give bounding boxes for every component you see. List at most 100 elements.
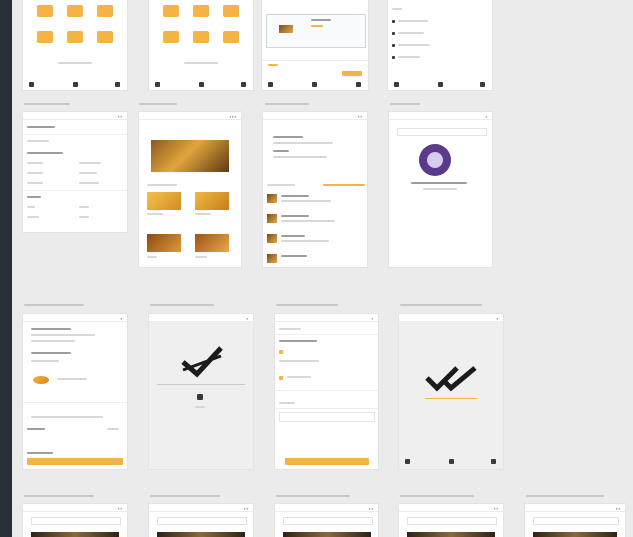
category-tile[interactable] [193,31,209,43]
menu-icon[interactable] [392,44,395,47]
cart-icon[interactable] [449,459,454,464]
field-label [27,182,43,184]
artboard-r3c1[interactable]: ▪ [23,314,127,469]
home-icon[interactable] [29,82,34,87]
item-title [281,215,309,217]
artboard-r2c1[interactable]: ▪▪ [23,112,127,232]
title-placeholder [526,495,604,497]
artboard-r4c4[interactable]: ▪▪ [399,504,503,537]
menu-icon[interactable] [392,20,395,23]
artboard-r2c4[interactable]: ▪ [389,112,492,267]
title-placeholder [24,304,84,306]
divider-line [157,384,245,385]
category-tile[interactable] [97,31,113,43]
category-tile[interactable] [163,31,179,43]
category-tile[interactable] [97,5,113,17]
price-button[interactable] [342,71,362,76]
category-tile[interactable] [163,5,179,17]
food-thumb[interactable] [267,214,277,223]
profile-icon[interactable] [356,82,361,87]
menu-item[interactable] [398,20,428,22]
menu-item[interactable] [392,8,402,10]
cart-icon[interactable] [73,82,78,87]
text-field[interactable] [279,412,375,422]
text-placeholder [273,156,327,158]
total-label [27,428,45,430]
profile-icon[interactable] [491,459,496,464]
text-placeholder [27,126,55,128]
field-value[interactable] [79,182,99,184]
cart-icon[interactable] [312,82,317,87]
status-bar: ▪ [23,314,127,322]
field-value[interactable] [79,172,97,174]
hero-food-image[interactable] [151,140,229,172]
artboard-r4c3[interactable]: ▪▪ [275,504,378,537]
artboard-r4c5[interactable]: ▪▪ [525,504,625,537]
left-toolbar[interactable] [0,0,12,537]
food-thumb[interactable] [267,234,277,243]
title-placeholder [390,103,420,105]
artboard-r2c3[interactable]: ▪▪ [263,112,367,267]
menu-icon[interactable] [392,56,395,59]
menu-item[interactable] [398,56,420,58]
receipt-icon[interactable] [197,394,203,400]
search-bar[interactable] [533,517,619,525]
food-thumb[interactable] [267,254,277,263]
cart-icon[interactable] [199,82,204,87]
search-bar[interactable] [157,517,247,525]
artboard-r4c2[interactable]: ▪▪ [149,504,253,537]
artboard-r3c4[interactable]: ▪ [399,314,503,469]
artboard-r1c4[interactable] [388,0,492,90]
cart-icon[interactable] [438,82,443,87]
food-card-image[interactable] [147,192,181,210]
profile-icon[interactable] [115,82,120,87]
profile-icon[interactable] [480,82,485,87]
section-tab[interactable] [323,184,365,186]
artboard-r1c3[interactable] [262,0,368,90]
profile-icon[interactable] [241,82,246,87]
field-value[interactable] [79,162,101,164]
artboard-r1c2[interactable] [149,0,253,90]
radio-option[interactable] [279,350,283,354]
field-value[interactable] [79,216,89,218]
total-value [107,428,119,430]
design-canvas[interactable]: ▪▪ ▪▪▪ ▪▪ ▪ ▪ ▪ ▪ ▪ ▪▪ ▪▪ ▪▪ ▪▪ ▪▪ [0,0,633,537]
artboard-r1c1[interactable] [23,0,127,90]
category-tile[interactable] [193,5,209,17]
field-value[interactable] [79,206,89,208]
menu-icon[interactable] [392,32,395,35]
food-card-image[interactable] [147,234,181,252]
food-thumb[interactable] [267,194,277,203]
text-placeholder [147,184,177,186]
home-icon[interactable] [405,459,410,464]
checkout-button[interactable] [27,458,123,465]
search-bar[interactable] [407,517,497,525]
category-tile[interactable] [37,31,53,43]
food-card-image[interactable] [195,234,229,252]
home-icon[interactable] [155,82,160,87]
radio-option[interactable] [279,376,283,380]
home-icon[interactable] [268,82,273,87]
text-placeholder [58,62,92,64]
artboard-r3c2[interactable]: ▪ [149,314,253,469]
category-tile[interactable] [37,5,53,17]
search-bar[interactable] [397,128,487,136]
category-tile[interactable] [223,5,239,17]
category-tile[interactable] [67,5,83,17]
artboard-r3c3[interactable]: ▪ [275,314,378,469]
category-tile[interactable] [223,31,239,43]
promo-card[interactable] [266,14,366,48]
artboard-r4c1[interactable]: ▪▪ [23,504,127,537]
food-card-image[interactable] [195,192,229,210]
title-placeholder [150,304,214,306]
menu-item[interactable] [398,44,430,46]
search-bar[interactable] [31,517,121,525]
home-icon[interactable] [394,82,399,87]
artboard-r2c2[interactable]: ▪▪▪ [139,112,241,267]
confirm-button[interactable] [285,458,369,465]
search-bar[interactable] [283,517,373,525]
text-placeholder [279,328,301,330]
divider [275,334,378,335]
category-tile[interactable] [67,31,83,43]
menu-item[interactable] [398,32,424,34]
